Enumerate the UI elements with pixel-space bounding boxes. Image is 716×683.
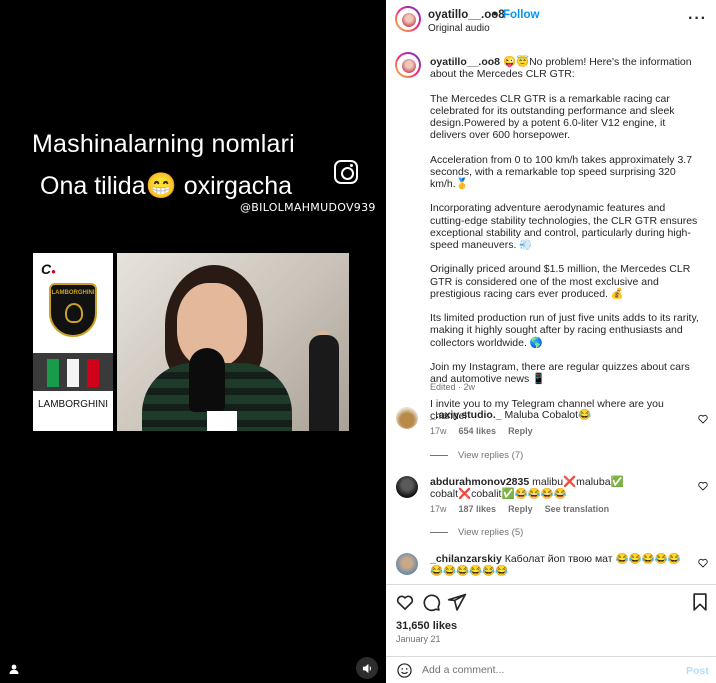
heart-icon[interactable] <box>698 558 708 568</box>
comment-username[interactable]: _.axiy.studio._ <box>430 409 502 421</box>
view-replies-button[interactable]: View replies (7) <box>430 450 523 461</box>
follow-button[interactable]: Follow <box>503 9 539 21</box>
comment-likes[interactable]: 187 likes <box>459 504 497 514</box>
see-translation-button[interactable]: See translation <box>545 504 610 514</box>
like-count[interactable]: 31,650 likes <box>396 620 457 632</box>
person-icon[interactable] <box>8 663 20 675</box>
caption-username[interactable]: oyatillo__.oo8 <box>430 56 500 68</box>
comment-avatar[interactable] <box>396 553 418 575</box>
brand-label: LAMBORGHINI <box>37 399 108 410</box>
caption-text: oyatillo__.oo8 😜😇No problem! Here's the … <box>430 56 699 422</box>
comment-text: _chilanzarskiy Каболат йоп твою мат 😂😂😂😂… <box>430 553 681 577</box>
comment-username[interactable]: _chilanzarskiy <box>430 553 502 565</box>
comment-meta: 17w 654 likes Reply <box>430 426 533 436</box>
caption-avatar[interactable] <box>395 52 421 78</box>
author-avatar[interactable] <box>395 6 421 32</box>
heart-icon[interactable] <box>698 414 708 424</box>
separator-dot: • <box>493 9 498 21</box>
more-horizontal-icon[interactable]: ··· <box>688 10 707 28</box>
comment-icon[interactable] <box>421 592 441 612</box>
comment-meta: 17w 187 likes Reply See translation <box>430 504 610 514</box>
video-overlay-line1: Mashinalarning nomlari <box>32 130 295 158</box>
comment-avatar[interactable] <box>396 407 418 429</box>
reel-video[interactable]: Mashinalarning nomlari Ona tilida😁 oxirg… <box>0 0 386 683</box>
comment-username[interactable]: abdurahmonov2835 <box>430 476 529 488</box>
video-overlay-line2: Ona tilida😁 oxirgacha <box>40 172 293 200</box>
comment-text: _.axiy.studio._ Maluba Cobalot😂 <box>430 409 592 421</box>
microphone-icon <box>189 348 225 412</box>
caption-meta: Edited · 2w <box>430 382 476 392</box>
channel-logo: C● <box>41 261 56 277</box>
comment-avatar[interactable] <box>396 476 418 498</box>
comment-input[interactable] <box>422 660 672 680</box>
heart-icon[interactable] <box>698 481 708 491</box>
lamborghini-shield-icon: LAMBORGHINI <box>49 283 97 337</box>
heart-icon[interactable] <box>395 592 415 612</box>
reporter-frame <box>117 253 349 431</box>
send-icon[interactable] <box>447 592 467 612</box>
reply-button[interactable]: Reply <box>508 426 533 436</box>
divider <box>386 584 716 585</box>
video-watermark: @BILOLMAHMUDOV939 <box>240 201 376 214</box>
comment-text: abdurahmonov2835 malibu❌maluba✅ cobalt❌c… <box>430 476 624 500</box>
view-replies-button[interactable]: View replies (5) <box>430 527 523 538</box>
post-panel: oyatillo__.oo8 • Follow Original audio ·… <box>386 0 716 683</box>
action-bar <box>386 588 716 616</box>
italian-flag-icon <box>33 353 113 391</box>
brand-panel: C● LAMBORGHINI LAMBORGHINI <box>33 253 113 431</box>
divider <box>386 656 716 657</box>
post-button[interactable]: Post <box>686 665 709 677</box>
speaker-icon[interactable] <box>356 657 378 679</box>
audio-link[interactable]: Original audio <box>428 23 490 34</box>
instagram-logo-icon <box>334 160 358 184</box>
smiley-icon[interactable] <box>397 663 412 678</box>
reply-button[interactable]: Reply <box>508 504 533 514</box>
post-header: oyatillo__.oo8 • Follow Original audio ·… <box>386 0 716 36</box>
post-date: January 21 <box>396 634 441 644</box>
bookmark-icon[interactable] <box>690 592 710 612</box>
comment-likes[interactable]: 654 likes <box>459 426 497 436</box>
